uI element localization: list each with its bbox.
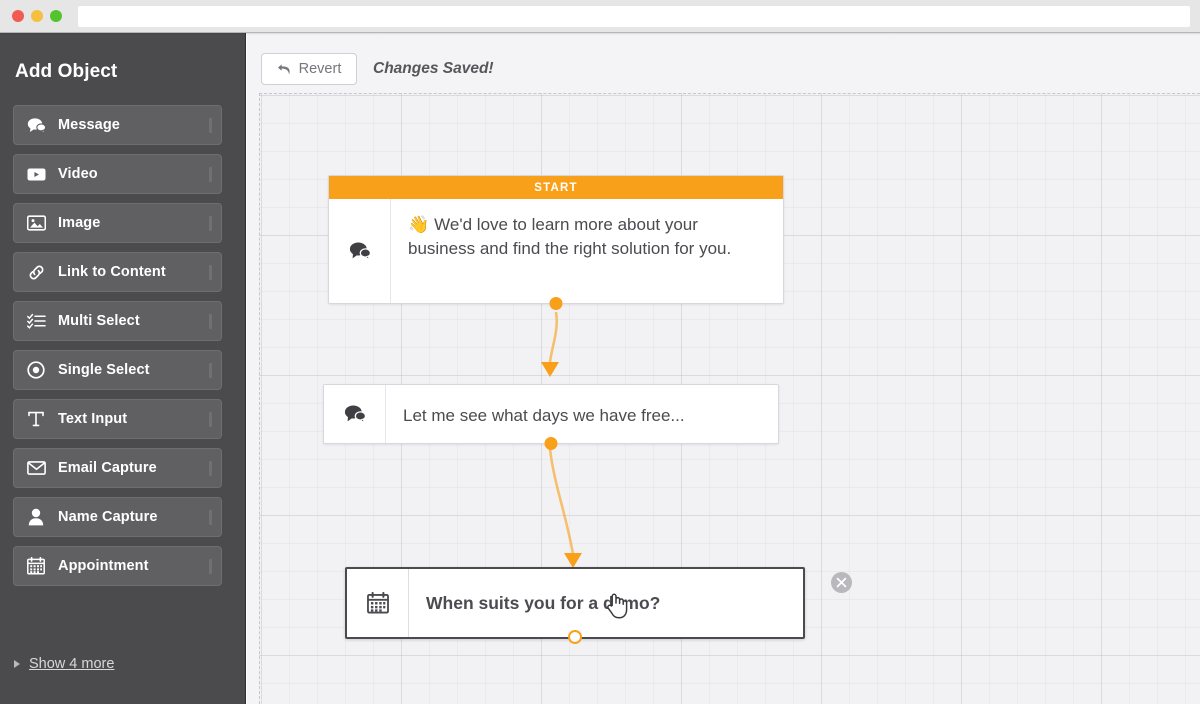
sidebar-item-name-capture[interactable]: Name Capture [13,497,222,537]
sidebar-item-label: Image [58,215,101,231]
drag-handle[interactable] [209,118,212,133]
sidebar-item-label: Email Capture [58,460,157,476]
flow-node-appointment[interactable]: When suits you for a demo? [345,567,805,644]
radio-button-icon [14,361,58,379]
checklist-icon [14,313,58,329]
node-body: When suits you for a demo? [347,569,803,637]
show-more-button[interactable]: Show 4 more [14,656,114,672]
node-message-text: We'd love to learn more about your busin… [408,215,732,259]
node-message-text: When suits you for a demo? [426,593,661,613]
drag-handle[interactable] [209,559,212,574]
node-text: When suits you for a demo? [409,569,803,637]
delete-node-button[interactable] [831,572,852,593]
triangle-right-icon [14,660,20,668]
sidebar-item-appointment[interactable]: Appointment [13,546,222,586]
app-root: Add Object Message Video Image Link to C… [0,0,1200,704]
connector-2 [548,448,575,555]
picture-icon [14,215,58,231]
page-title: Add Object [15,61,118,82]
drag-handle[interactable] [209,363,212,378]
node-start-badge: START [329,176,783,199]
speech-bubbles-icon [329,199,391,303]
address-bar[interactable] [78,6,1190,27]
waving-hand-emoji: 👋 [408,215,430,234]
drag-handle[interactable] [209,412,212,427]
sidebar-item-link-to-content[interactable]: Link to Content [13,252,222,292]
connector-2-arrowhead [564,553,582,568]
person-icon [14,508,58,526]
add-object-sidebar: Add Object Message Video Image Link to C… [0,33,246,704]
object-list: Message Video Image Link to Content Mult… [13,105,222,595]
drag-handle[interactable] [209,314,212,329]
envelope-icon [14,461,58,475]
sidebar-item-video[interactable]: Video [13,154,222,194]
undo-arrow-icon [277,63,292,76]
node-message-text: Let me see what days we have free... [403,406,685,425]
calendar-icon [347,569,409,637]
connector-1-arrowhead [541,362,559,377]
node-text: 👋 We'd love to learn more about your busi… [391,199,783,303]
sidebar-item-text-input[interactable]: Text Input [13,399,222,439]
speech-bubbles-icon [324,385,386,443]
node-output-port[interactable] [568,630,582,644]
link-chain-icon [14,263,58,282]
flow-node-message-2[interactable]: Let me see what days we have free... [323,384,779,450]
video-play-icon [14,167,58,182]
sidebar-item-label: Text Input [58,411,128,427]
revert-label: Revert [298,61,342,77]
speech-bubbles-icon [14,117,58,134]
close-window-button[interactable] [12,10,24,22]
node-text: Let me see what days we have free... [386,385,778,443]
node-body: 👋 We'd love to learn more about your busi… [329,199,783,303]
browser-chrome [0,0,1200,33]
minimize-window-button[interactable] [31,10,43,22]
window-traffic-lights [12,10,62,22]
sidebar-item-label: Name Capture [58,509,158,525]
status-message: Changes Saved! [373,60,494,77]
node-output-port[interactable] [544,436,558,450]
node-body: Let me see what days we have free... [324,385,778,443]
sidebar-item-label: Single Select [58,362,150,378]
show-more-label: Show 4 more [29,656,115,672]
drag-handle[interactable] [209,265,212,280]
sidebar-item-label: Appointment [58,558,149,574]
drag-handle[interactable] [209,510,212,525]
drag-handle[interactable] [209,216,212,231]
flow-canvas[interactable]: START 👋 We'd love to learn more about you… [259,93,1200,704]
sidebar-item-message[interactable]: Message [13,105,222,145]
flow-node-start[interactable]: START 👋 We'd love to learn more about you… [328,175,784,310]
connector-1 [548,311,558,363]
text-t-icon [14,410,58,428]
sidebar-item-single-select[interactable]: Single Select [13,350,222,390]
close-icon [836,577,847,588]
node-output-port[interactable] [549,296,563,310]
sidebar-item-label: Message [58,117,120,133]
sidebar-item-label: Video [58,166,98,182]
sidebar-item-multi-select[interactable]: Multi Select [13,301,222,341]
zoom-window-button[interactable] [50,10,62,22]
sidebar-item-email-capture[interactable]: Email Capture [13,448,222,488]
revert-button[interactable]: Revert [261,53,357,85]
drag-handle[interactable] [209,461,212,476]
sidebar-item-label: Link to Content [58,264,166,280]
sidebar-item-image[interactable]: Image [13,203,222,243]
sidebar-item-label: Multi Select [58,313,140,329]
editor-toolbar: Revert Changes Saved! [247,33,1200,95]
drag-handle[interactable] [209,167,212,182]
main-area: Revert Changes Saved! START 👋 We'd love … [247,33,1200,704]
calendar-icon [14,557,58,575]
